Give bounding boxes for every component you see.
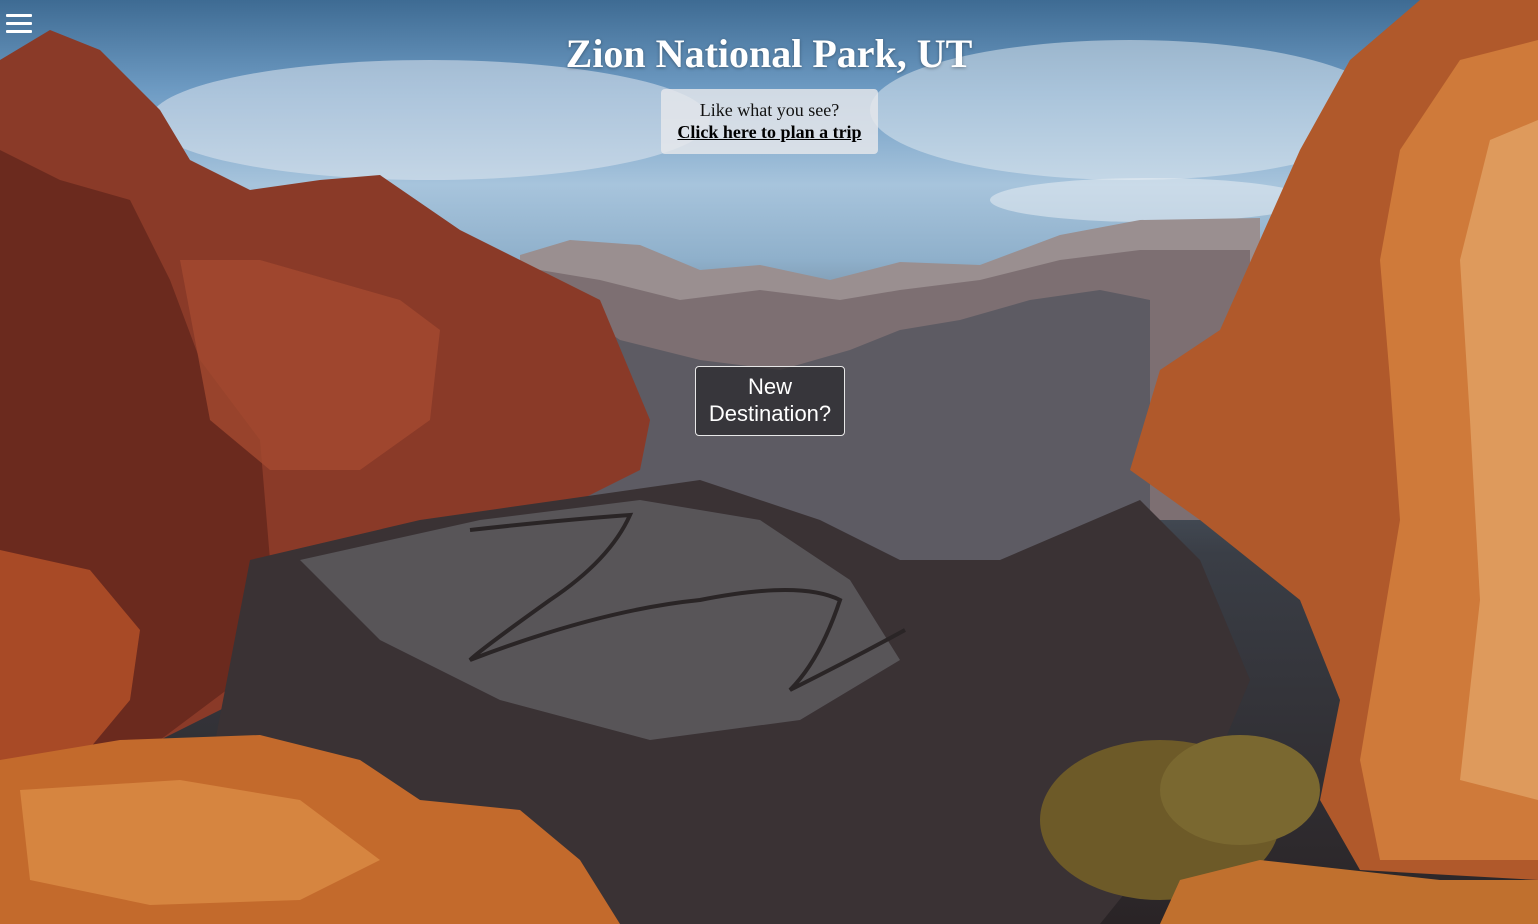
- page-title: Zion National Park, UT: [565, 31, 973, 76]
- menu-line-top: [6, 14, 32, 17]
- plan-trip-prompt: Like what you see? Click here to plan a …: [661, 89, 878, 154]
- new-destination-label-line1: New: [747, 374, 792, 399]
- trip-question-text: Like what you see?: [699, 100, 840, 120]
- menu-line-middle: [6, 22, 32, 25]
- plan-trip-link[interactable]: Click here to plan a trip: [677, 121, 861, 143]
- new-destination-label-line2: Destination?: [708, 401, 832, 426]
- new-destination-button[interactable]: New Destination?: [695, 366, 845, 436]
